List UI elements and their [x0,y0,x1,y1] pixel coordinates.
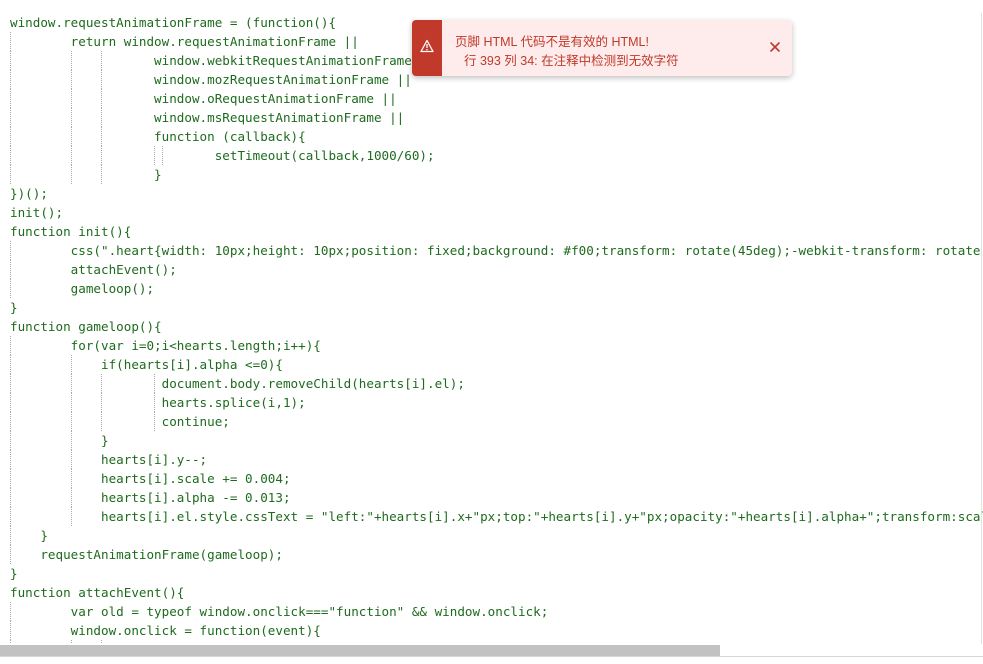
error-notification: 页脚 HTML 代码不是有效的 HTML! 行 393 列 34: 在注释中检测… [412,20,792,76]
code-line: attachEvent(); [10,262,177,277]
code-line: })(); [10,186,48,201]
indent-guide [10,260,11,279]
close-icon[interactable] [768,40,782,54]
code-line: } [10,566,18,581]
indent-guide [70,165,72,184]
indent-guide [70,393,72,412]
code-line: if(hearts[i].alpha <=0){ [10,357,283,372]
indent-guide [154,146,156,165]
indent-guide [101,108,103,127]
indent-guide [10,374,11,393]
code-line: window.webkitRequestAnimationFrame || [10,53,435,68]
indent-guide [10,336,11,355]
code-line: window.oRequestAnimationFrame || [10,91,397,106]
indent-guide [70,469,72,488]
indent-guide [70,488,72,507]
code-line: setTimeout(callback,1000/60); [10,148,435,163]
indent-guide [70,355,72,374]
code-line: } [10,433,109,448]
indent-guide [70,70,72,89]
indent-guide [70,51,72,70]
code-line: css(".heart{width: 10px;height: 10px;pos… [70,243,983,258]
code-line: window.requestAnimationFrame = (function… [10,15,337,30]
indent-guide [10,108,11,127]
code-line: } [10,528,48,543]
code-line: window.msRequestAnimationFrame || [10,110,405,125]
horizontal-scrollbar-thumb[interactable] [0,645,720,656]
code-line: hearts[i].scale += 0.004; [10,471,291,486]
indent-guide [70,374,72,393]
indent-guide [70,108,72,127]
indent-guide [10,621,11,640]
code-line: hearts[i].el.style.cssText = "left:"+hea… [100,509,983,524]
code-line: window.onclick = function(event){ [10,623,321,638]
indent-guide [70,127,72,146]
code-line: hearts[i].y--; [10,452,208,467]
indent-guide [101,165,103,184]
indent-guide [101,146,103,165]
code-line: hearts.splice(i,1); [10,395,306,410]
notification-detail: 行 393 列 34: 在注释中检测到无效字符 [464,54,679,68]
indent-guide [70,146,72,165]
code-line: function init(){ [10,224,132,239]
notification-title: 页脚 HTML 代码不是有效的 HTML! [455,35,649,49]
editor-bottom-border [0,656,983,657]
indent-guide [10,526,11,545]
code-line: } [10,167,162,182]
indent-guide [10,127,11,146]
indent-guide [10,412,11,431]
code-line: function gameloop(){ [10,319,162,334]
indent-guide [10,279,11,298]
code-line: gameloop(); [10,281,155,296]
code-line: var old = typeof window.onclick==="funct… [10,604,549,619]
code-line: requestAnimationFrame(gameloop); [10,547,283,562]
code-line: function (callback){ [10,129,306,144]
code-line: function attachEvent(){ [10,585,185,600]
indent-guide [10,51,11,70]
indent-guide [154,374,156,393]
code-line: } [10,300,18,315]
indent-guide [70,431,72,450]
indent-guide [70,450,72,469]
indent-guide [10,89,11,108]
indent-guide [162,146,163,165]
indent-guide [10,469,11,488]
code-line: continue; [10,414,230,429]
indent-guide [70,507,72,526]
indent-guide [10,393,11,412]
indent-guide [10,507,11,526]
indent-guide [10,241,11,260]
warning-icon [420,39,434,53]
indent-guide [101,374,103,393]
top-bar [0,0,983,14]
code-line: return window.requestAnimationFrame || [10,34,359,49]
code-line: document.body.removeChild(hearts[i].el); [10,376,465,391]
code-line: init(); [10,205,64,220]
code-line: for(var i=0;i<hearts.length;i++){ [10,338,321,353]
indent-guide [101,412,103,431]
indent-guide [101,51,103,70]
indent-guide [10,146,11,165]
indent-guide [10,165,11,184]
indent-guide [10,32,11,51]
code-line: hearts[i].alpha -= 0.013; [10,490,291,505]
code-editor[interactable]: window.requestAnimationFrame = (function… [0,13,983,644]
indent-guide [10,70,11,89]
indent-guide [10,355,11,374]
indent-guide [101,393,103,412]
indent-guide [154,412,156,431]
indent-guide [10,450,11,469]
indent-guide [10,431,11,450]
indent-guide [101,89,103,108]
indent-guide [101,127,103,146]
indent-guide [70,89,72,108]
indent-guide [10,488,11,507]
indent-guide [10,602,11,621]
indent-guide [154,393,156,412]
editor-right-border [981,13,982,656]
indent-guide [101,70,103,89]
indent-guide [70,412,72,431]
indent-guide [10,545,11,564]
